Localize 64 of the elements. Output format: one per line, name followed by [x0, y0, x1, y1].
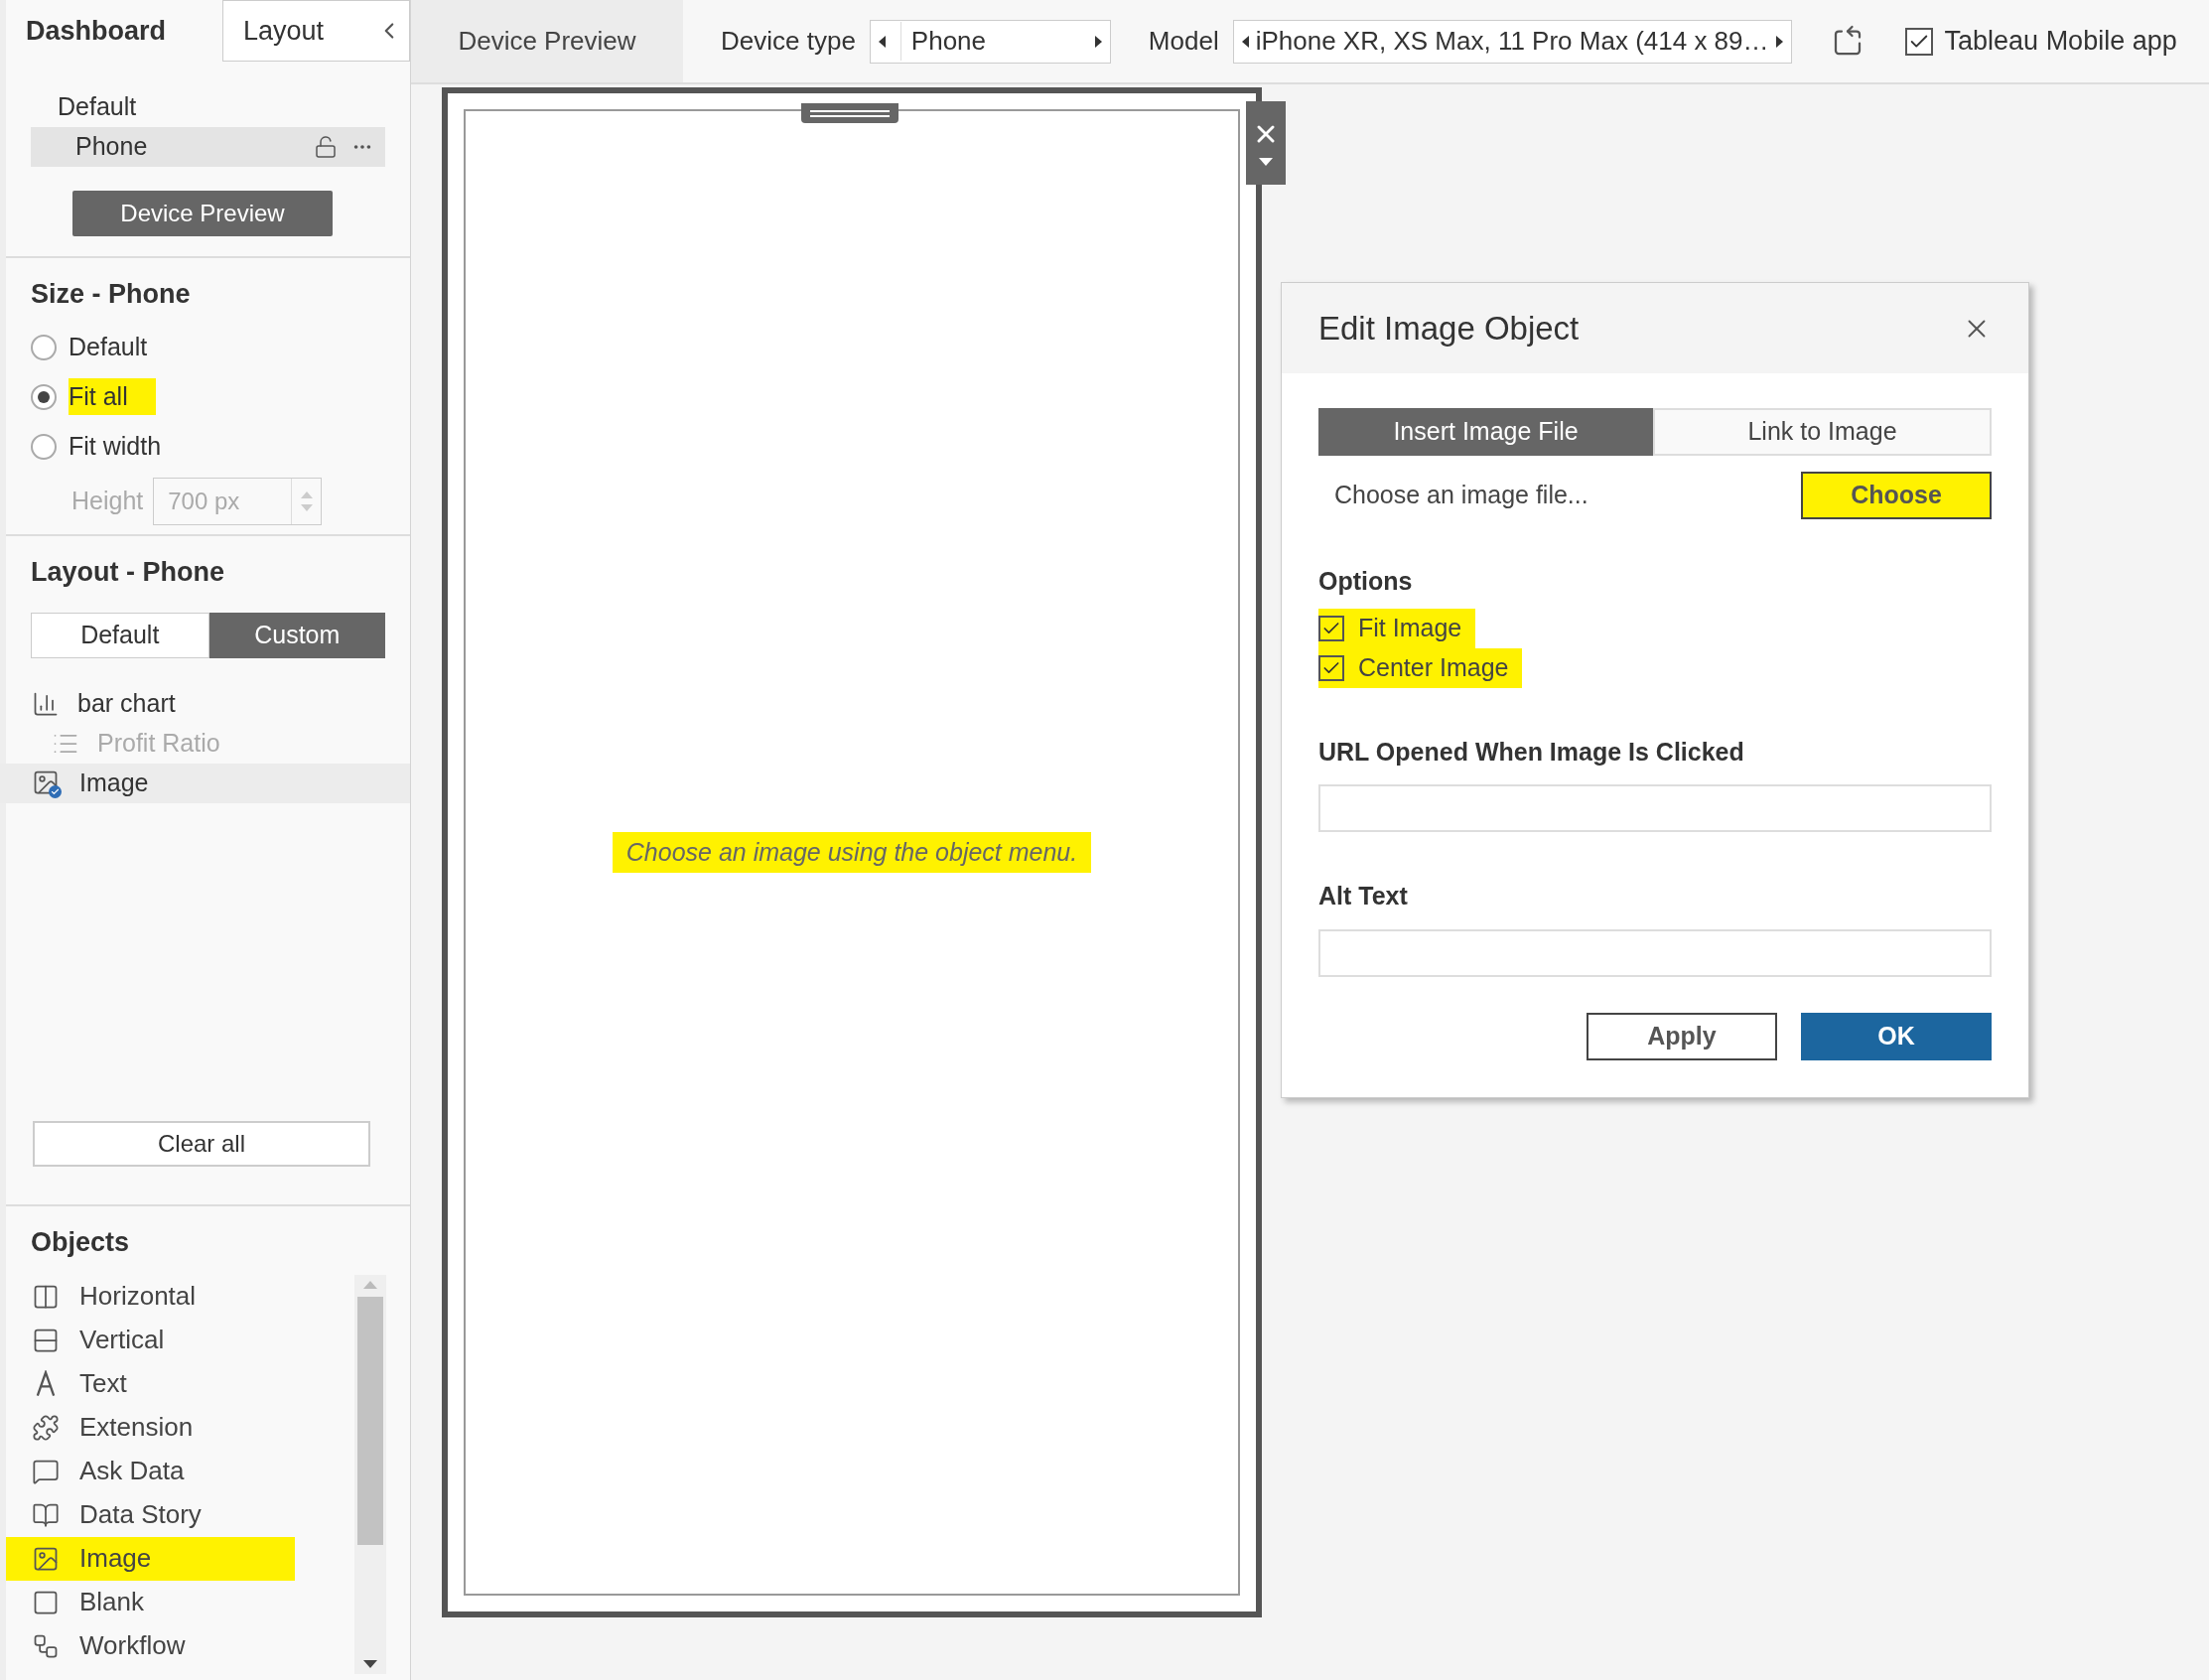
section-title: Layout - Phone: [31, 556, 225, 589]
object-item[interactable]: Vertical: [6, 1318, 295, 1362]
radio-label: Default: [69, 331, 149, 362]
section-title: Size - Phone: [31, 278, 192, 311]
radio-label: Fit all: [69, 377, 156, 416]
object-item[interactable]: Image: [6, 1536, 295, 1581]
radio-button[interactable]: [31, 334, 57, 360]
model-dropdown[interactable]: iPhone XR, XS Max, 11 Pro Max (414 x 89…: [1232, 19, 1792, 64]
url-input-field[interactable]: [1318, 784, 1992, 832]
dropdown-caret-icon[interactable]: [1259, 158, 1273, 166]
alt-text-input-field[interactable]: [1318, 928, 1992, 977]
scroll-down-icon[interactable]: [363, 1659, 377, 1668]
tree-item-label: Profit Ratio: [97, 727, 220, 759]
object-item[interactable]: Text: [6, 1361, 295, 1406]
object-item[interactable]: Horizontal: [6, 1274, 295, 1319]
device-item[interactable]: Phone: [31, 127, 385, 167]
clear-all-button[interactable]: Clear all: [33, 1121, 370, 1167]
radio-button[interactable]: [31, 383, 57, 410]
option-row[interactable]: Center Image: [1318, 647, 1523, 688]
apply-button[interactable]: Apply: [1587, 1012, 1777, 1060]
checkbox[interactable]: [1904, 27, 1933, 56]
dialog-tab[interactable]: Link to Image: [1653, 408, 1992, 456]
section-title: Objects: [31, 1226, 131, 1259]
drag-handle[interactable]: [801, 103, 898, 123]
right-caret-icon[interactable]: [1093, 35, 1102, 48]
object-item[interactable]: Data Story: [6, 1492, 295, 1537]
checkbox-label: Tableau Mobile app: [1944, 25, 2177, 59]
layout-toggle-button[interactable]: Default: [31, 612, 209, 658]
layout-toggle-button[interactable]: Custom: [208, 612, 385, 658]
toolbar-title: Device Preview: [411, 0, 683, 82]
choose-button[interactable]: Choose: [1801, 472, 1992, 519]
options-title: Options: [1318, 566, 1414, 597]
left-caret-icon[interactable]: [1241, 35, 1250, 48]
dialog-tab[interactable]: Insert Image File: [1318, 408, 1653, 456]
height-label: Height: [71, 485, 144, 516]
radio-label: Fit width: [69, 430, 163, 462]
model-label: Model: [1148, 25, 1219, 58]
right-caret-icon[interactable]: [1774, 35, 1783, 48]
radio-button[interactable]: [31, 433, 57, 460]
object-item[interactable]: Blank: [6, 1580, 295, 1624]
puzzle-icon: [32, 1413, 60, 1442]
dialog-title: Edit Image Object: [1318, 308, 1581, 349]
option-row[interactable]: Fit Image: [1318, 608, 1476, 648]
device-type-dropdown[interactable]: Phone: [869, 19, 1111, 64]
layout-tree-item[interactable]: bar chart: [0, 683, 410, 724]
object-item[interactable]: Workflow: [6, 1623, 295, 1668]
object-item[interactable]: Extension: [6, 1405, 295, 1450]
tree-item-label: Image: [79, 767, 149, 798]
scrollbar[interactable]: [354, 1274, 386, 1674]
checkbox[interactable]: [1318, 654, 1344, 681]
device-preview-button[interactable]: Device Preview: [72, 191, 333, 236]
sidebar-tab[interactable]: Layout: [222, 0, 410, 62]
device-item[interactable]: Default: [31, 87, 385, 127]
unlock-icon[interactable]: [314, 135, 338, 159]
checkbox[interactable]: [1318, 615, 1344, 641]
alt-text-label: Alt Text: [1318, 881, 1409, 911]
left-caret-icon[interactable]: [878, 35, 887, 48]
device-type-label: Device type: [721, 25, 856, 58]
highlighted-hint-text: Choose an image using the object menu.: [612, 831, 1092, 874]
tree-item-label: bar chart: [77, 687, 176, 719]
ok-button[interactable]: OK: [1801, 1012, 1992, 1060]
object-item[interactable]: Ask Data: [6, 1449, 295, 1493]
url-label: URL Opened When Image Is Clicked: [1318, 736, 1745, 768]
file-hint: Choose an image file...: [1334, 480, 1589, 511]
